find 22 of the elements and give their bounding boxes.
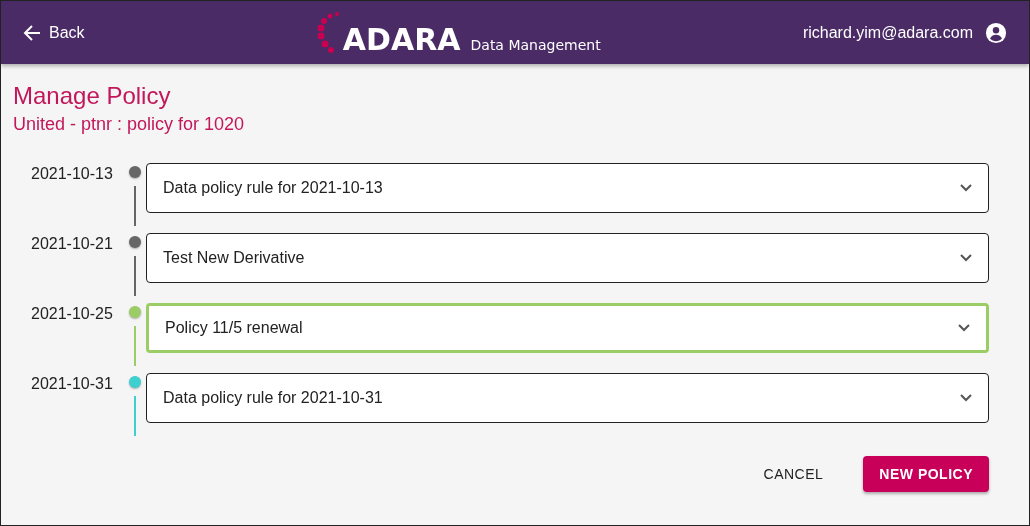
timeline-date: 2021-10-21 — [30, 234, 114, 254]
policy-dropdown[interactable]: Data policy rule for 2021-10-13 — [146, 163, 989, 213]
user-email: richard.yim@adara.com — [802, 23, 973, 42]
policy-dropdown[interactable]: Policy 11/5 renewal — [146, 303, 989, 353]
timeline-date: 2021-10-31 — [30, 374, 114, 394]
new-policy-button[interactable]: NEW POLICY — [863, 456, 989, 492]
policy-dropdown[interactable]: Data policy rule for 2021-10-31 — [146, 373, 989, 423]
policy-dropdown[interactable]: Test New Derivative — [146, 233, 989, 283]
timeline-date: 2021-10-13 — [30, 164, 114, 184]
chevron-down-icon — [960, 184, 972, 192]
logo-text: ADARA — [342, 24, 461, 55]
account-icon[interactable] — [985, 21, 1007, 44]
chevron-down-icon — [960, 254, 972, 262]
page-title: Manage Policy — [13, 82, 172, 110]
back-button[interactable]: Back — [23, 23, 85, 42]
timeline-date: 2021-10-25 — [30, 304, 114, 324]
chevron-down-icon — [960, 394, 972, 402]
arrow-left-icon — [23, 24, 41, 41]
cancel-button[interactable]: CANCEL — [747, 456, 840, 492]
chevron-down-icon — [958, 324, 970, 332]
page-subtitle: United - ptnr : policy for 1020 — [13, 114, 246, 135]
app-subtitle: Data Management — [470, 36, 601, 53]
